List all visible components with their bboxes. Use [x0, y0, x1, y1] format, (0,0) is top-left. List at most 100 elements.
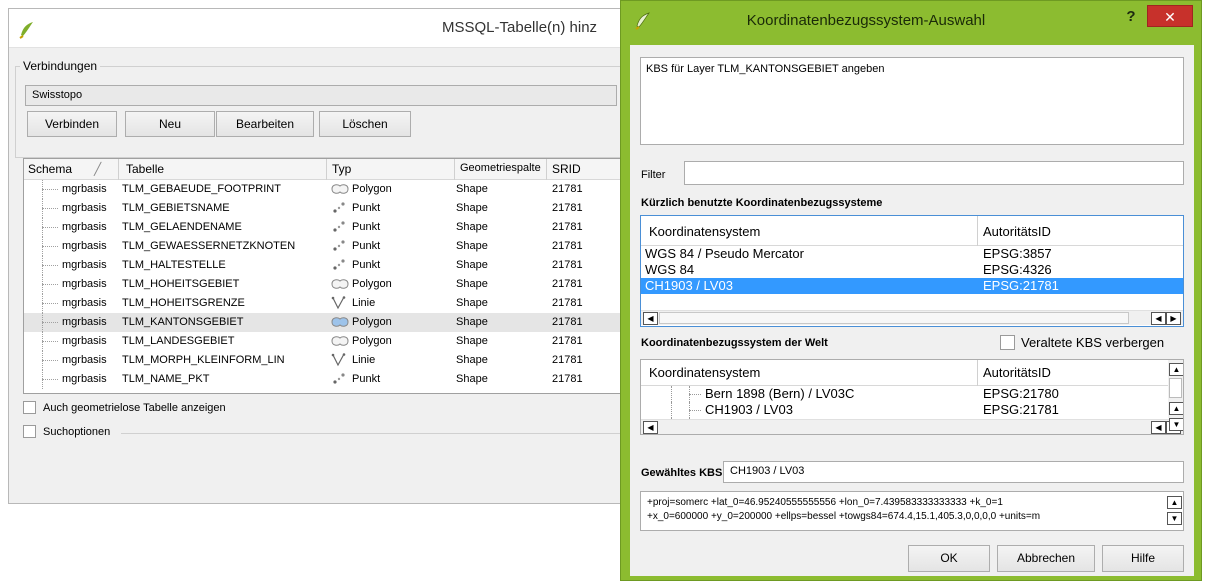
table-row[interactable]: mgrbasis TLM_HOHEITSGRENZE Linie Shape 21781 [24, 294, 622, 313]
geometryless-label[interactable]: Auch geometrielose Tabelle anzeigen [43, 402, 226, 414]
col-header-geometry-column[interactable]: Geometriespalte [460, 162, 541, 174]
col-header-crs[interactable]: Koordinatensystem [649, 365, 760, 380]
delete-connection-button[interactable]: Löschen [319, 111, 411, 137]
cancel-button[interactable]: Abbrechen [997, 545, 1095, 572]
selected-crs-label: Gewähltes KBS: [641, 467, 726, 479]
row-type: Polygon [352, 316, 392, 328]
recent-crs-table[interactable]: Koordinatensystem AutoritätsID WGS 84 / … [640, 215, 1184, 327]
scroll-left-icon[interactable]: ◀ [643, 421, 658, 434]
crs-dialog-title: Koordinatenbezugssystem-Auswahl [746, 12, 986, 29]
scroll-up-icon[interactable]: ▲ [1167, 496, 1182, 509]
world-crs-header: Koordinatensystem AutoritätsID [641, 360, 1183, 386]
crs-name: WGS 84 / Pseudo Mercator [645, 246, 804, 261]
connections-groupbox: Verbindungen Swisstopo Verbinden Neu Bea… [15, 59, 623, 158]
col-header-crs[interactable]: Koordinatensystem [649, 224, 760, 239]
scroll-down-icon[interactable]: ▼ [1167, 512, 1182, 525]
selected-crs-value: CH1903 / LV03 [730, 465, 805, 477]
col-header-srid[interactable]: SRID [552, 162, 581, 176]
crs-authid: EPSG:21781 [983, 278, 1059, 293]
crs-dialog-body: KBS für Layer TLM_KANTONSGEBIET angeben … [630, 45, 1194, 576]
row-table: TLM_KANTONSGEBIET [122, 316, 244, 328]
help-button[interactable]: Hilfe [1102, 545, 1184, 572]
connections-group-label: Verbindungen [20, 59, 101, 73]
row-schema: mgrbasis [62, 297, 107, 309]
scroll-up-icon[interactable]: ▲ [1169, 363, 1183, 376]
world-crs-hscrollbar[interactable]: ◀ ◀ ▶ [641, 419, 1183, 434]
col-header-table[interactable]: Tabelle [126, 162, 164, 176]
hide-deprecated-checkbox[interactable] [1000, 335, 1015, 350]
tables-list[interactable]: Schema ╱ Tabelle Typ Geometriespalte SRI… [23, 158, 623, 394]
table-row[interactable]: mgrbasis TLM_GEBAEUDE_FOOTPRINT Polygon Sha… [24, 180, 622, 199]
scroll-left-icon[interactable]: ◀ [1151, 421, 1166, 434]
world-crs-tree[interactable]: Koordinatensystem AutoritätsID Bern 1898… [640, 359, 1184, 435]
close-icon[interactable]: ✕ [1147, 5, 1193, 27]
row-srid: 21781 [552, 335, 583, 347]
recent-crs-hscrollbar[interactable]: ◀ ◀ ▶ [641, 310, 1183, 325]
scroll-thumb[interactable] [1169, 378, 1182, 398]
hide-deprecated-label[interactable]: Veraltete KBS verbergen [1021, 335, 1164, 350]
table-row[interactable]: mgrbasis TLM_HOHEITSGEBIET Polygon Shape 217… [24, 275, 622, 294]
filter-input[interactable] [684, 161, 1184, 185]
recent-crs-header: Koordinatensystem AutoritätsID [641, 216, 1183, 246]
world-crs-row[interactable]: Bern 1898 (Bern) / LV03C EPSG:21780 [641, 386, 1183, 402]
table-row[interactable]: mgrbasis TLM_KANTONSGEBIET Polygon Shape 217… [24, 313, 622, 332]
sort-indicator-icon: ╱ [94, 162, 102, 176]
row-table: TLM_HOHEITSGRENZE [122, 297, 245, 309]
row-geometry-column: Shape [456, 240, 488, 252]
help-question-icon[interactable]: ? [1119, 7, 1143, 27]
row-type: Linie [352, 354, 376, 366]
scroll-left-icon[interactable]: ◀ [643, 312, 658, 325]
scroll-right-icon[interactable]: ▶ [1166, 312, 1181, 325]
ok-button[interactable]: OK [908, 545, 990, 572]
proj-definition-line-1: +proj=somerc +lat_0=46.95240555555556 +l… [647, 497, 1003, 508]
table-row[interactable]: mgrbasis TLM_GEBIETSNAME Punkt Shape 21781 [24, 199, 622, 218]
col-header-authid[interactable]: AutoritätsID [983, 224, 1051, 239]
table-row[interactable]: mgrbasis TLM_LANDESGEBIET Polygon Shape 2178… [24, 332, 622, 351]
col-header-authid[interactable]: AutoritätsID [983, 365, 1051, 380]
connect-button[interactable]: Verbinden [27, 111, 117, 137]
row-schema: mgrbasis [62, 240, 107, 252]
recent-crs-row[interactable]: WGS 84 EPSG:4326 [641, 262, 1183, 278]
scroll-thumb[interactable] [659, 312, 1129, 324]
selected-crs-field: CH1903 / LV03 [723, 461, 1184, 483]
edit-connection-button[interactable]: Bearbeiten [216, 111, 314, 137]
recent-crs-row[interactable]: CH1903 / LV03 EPSG:21781 [641, 278, 1183, 294]
row-srid: 21781 [552, 373, 583, 385]
polygon-icon [331, 336, 349, 346]
recent-crs-heading: Kürzlich benutzte Koordinatenbezugssyste… [641, 197, 883, 209]
polygon-icon [331, 184, 349, 194]
polygon-icon [331, 317, 349, 327]
geometryless-checkbox[interactable] [23, 401, 36, 414]
row-geometry-column: Shape [456, 259, 488, 271]
search-options-checkbox[interactable] [23, 425, 36, 438]
connection-select[interactable]: Swisstopo [25, 85, 617, 106]
recent-crs-row[interactable]: WGS 84 / Pseudo Mercator EPSG:3857 [641, 246, 1183, 262]
scroll-down-icon[interactable]: ▼ [1169, 418, 1183, 431]
row-table: TLM_GEWAESSERNETZKNOTEN [122, 240, 296, 252]
col-header-type[interactable]: Typ [332, 162, 351, 176]
row-srid: 21781 [552, 202, 583, 214]
table-row[interactable]: mgrbasis TLM_NAME_PKT Punkt Shape 21781 [24, 370, 622, 389]
search-options-label[interactable]: Suchoptionen [43, 426, 110, 438]
mssql-window-title: MSSQL-Tabelle(n) hinz [442, 19, 598, 36]
line-icon [331, 296, 346, 310]
row-srid: 21781 [552, 297, 583, 309]
qgis-logo-icon [19, 22, 33, 39]
crs-authid: EPSG:4326 [983, 262, 1052, 277]
new-connection-button[interactable]: Neu [125, 111, 215, 137]
row-type: Punkt [352, 221, 381, 233]
row-schema: mgrbasis [62, 335, 107, 347]
scroll-left-icon[interactable]: ◀ [1151, 312, 1166, 325]
col-header-schema[interactable]: Schema [28, 162, 72, 176]
row-schema: mgrbasis [62, 221, 107, 233]
world-crs-vscrollbar[interactable]: ▲ ▲ [1168, 360, 1183, 418]
table-row[interactable]: mgrbasis TLM_GELAENDENAME Punkt Shape 21781 [24, 218, 622, 237]
world-crs-row[interactable]: CH1903 / LV03 EPSG:21781 [641, 402, 1183, 418]
scroll-up-icon[interactable]: ▲ [1169, 402, 1183, 415]
connection-select-value: Swisstopo [32, 89, 83, 101]
table-row[interactable]: mgrbasis TLM_GEWAESSERNETZKNOTEN Punkt Shap… [24, 237, 622, 256]
table-row[interactable]: mgrbasis TLM_MORPH_KLEINFORM_LIN Linie Shap… [24, 351, 622, 370]
row-srid: 21781 [552, 240, 583, 252]
table-row[interactable]: mgrbasis TLM_HALTESTELLE Punkt Shape 21781 [24, 256, 622, 275]
proj-definition-box: +proj=somerc +lat_0=46.95240555555556 +l… [640, 491, 1184, 531]
